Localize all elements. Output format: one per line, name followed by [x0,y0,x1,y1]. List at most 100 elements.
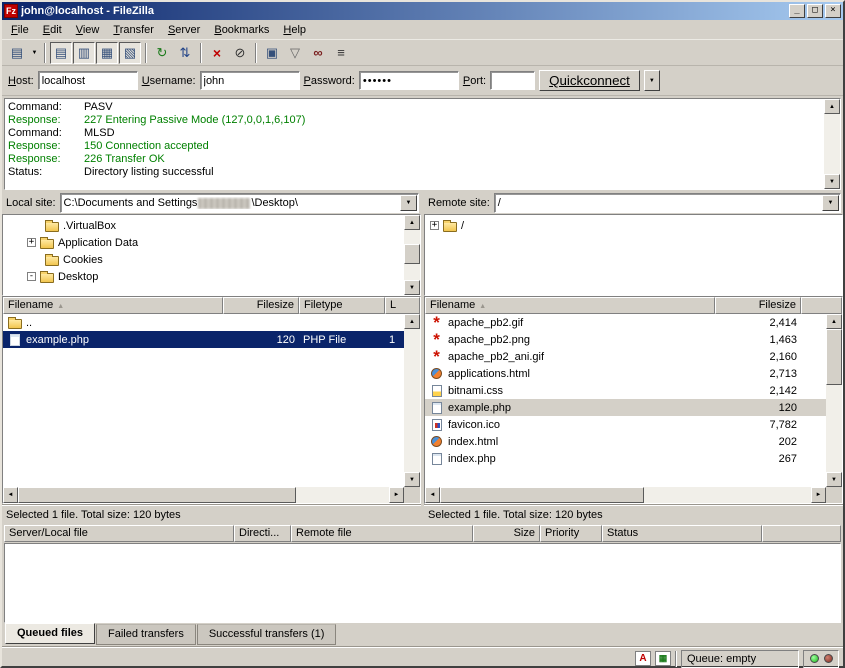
scroll-left-icon[interactable]: ◄ [425,487,440,503]
file-row[interactable]: index.html 202 [425,433,826,450]
menu-edit[interactable]: Edit [36,21,69,39]
column-header-filename[interactable]: Filename▲ [3,297,223,314]
scroll-track[interactable] [824,114,840,174]
tab-successful-transfers[interactable]: Successful transfers (1) [197,624,337,645]
file-row[interactable]: applications.html 2,713 [425,365,826,382]
ascii-transfer-mode-icon[interactable]: A [635,651,651,666]
scroll-track[interactable] [18,487,389,503]
column-header-status[interactable]: Status [602,525,762,542]
scroll-down-icon[interactable]: ▼ [824,174,840,189]
local-site-combo[interactable]: C:\Documents and Settings\Desktop\ ▼ [60,193,419,213]
scroll-down-icon[interactable]: ▼ [404,280,420,295]
column-header-filename[interactable]: Filename▲ [425,297,715,314]
host-input[interactable] [38,71,138,90]
toggle-local-tree-icon[interactable]: ▥ [73,42,95,64]
settings-icon[interactable]: ≡ [330,42,352,64]
file-search-icon[interactable]: ∞ [307,42,329,64]
file-row[interactable]: *apache_pb2_ani.gif 2,160 [425,348,826,365]
scroll-track[interactable] [404,329,420,472]
toggle-remote-tree-icon[interactable]: ▦ [96,42,118,64]
menu-server[interactable]: Server [161,21,207,39]
expander-collapsed-icon[interactable]: + [430,221,439,230]
sort-ascending-icon: ▲ [57,303,64,310]
port-input[interactable] [490,71,535,90]
username-input[interactable] [200,71,300,90]
file-row[interactable]: *apache_pb2.gif 2,414 [425,314,826,331]
scroll-down-icon[interactable]: ▼ [826,472,842,487]
scroll-up-icon[interactable]: ▲ [824,99,840,114]
site-manager-dropdown-icon[interactable]: ▼ [29,42,40,64]
scroll-track[interactable] [826,329,842,472]
username-label: Username: [142,75,196,87]
scroll-up-icon[interactable]: ▲ [404,314,420,329]
log-scrollbar[interactable]: ▲ ▼ [824,99,840,189]
local-list-scrollbar[interactable]: ▲ ▼ [404,314,420,487]
quickconnect-dropdown-icon[interactable]: ▼ [644,70,660,91]
remote-list-scrollbar[interactable]: ▲ ▼ [826,314,842,487]
quickconnect-button[interactable]: Quickconnect [539,70,640,91]
scroll-down-icon[interactable]: ▼ [404,472,420,487]
tree-item-desktop[interactable]: - Desktop [3,268,404,285]
scroll-thumb[interactable] [826,329,842,385]
file-row[interactable]: *apache_pb2.png 1,463 [425,331,826,348]
column-header-remote-file[interactable]: Remote file [291,525,473,542]
toggle-queue-icon[interactable]: ▧ [119,42,141,64]
scroll-thumb[interactable] [404,244,420,264]
column-header-direction[interactable]: Directi... [234,525,291,542]
file-row[interactable]: favicon.ico 7,782 [425,416,826,433]
tree-item-cookies[interactable]: Cookies [3,251,404,268]
scroll-track[interactable] [404,230,420,280]
column-header-server-local-file[interactable]: Server/Local file [4,525,234,542]
column-header-filesize[interactable]: Filesize [715,297,801,314]
process-queue-icon[interactable]: ⇅ [174,42,196,64]
scroll-right-icon[interactable]: ► [811,487,826,503]
maximize-button[interactable]: □ [807,4,823,18]
reconnect-icon[interactable]: ▣ [261,42,283,64]
menu-file[interactable]: File [4,21,36,39]
column-header-filesize[interactable]: Filesize [223,297,299,314]
remote-list-hscrollbar[interactable]: ◄ ► [425,487,826,503]
column-header-lastmodified[interactable]: L [385,297,420,314]
scroll-thumb[interactable] [18,487,296,503]
cancel-operation-icon[interactable]: × [206,42,228,64]
column-header-filetype[interactable]: Filetype [299,297,385,314]
tree-item-virtualbox[interactable]: .VirtualBox [3,217,404,234]
scroll-thumb[interactable] [440,487,644,503]
password-input[interactable] [359,71,459,90]
filter-icon[interactable]: ▽ [284,42,306,64]
menu-transfer[interactable]: Transfer [106,21,161,39]
scroll-right-icon[interactable]: ► [389,487,404,503]
file-row-selected[interactable]: example.php 120 [425,399,826,416]
local-tree-scrollbar[interactable]: ▲ ▼ [404,215,420,295]
column-header-priority[interactable]: Priority [540,525,602,542]
expander-collapsed-icon[interactable]: + [27,238,36,247]
tab-failed-transfers[interactable]: Failed transfers [96,624,196,645]
tree-item-application-data[interactable]: + Application Data [3,234,404,251]
tab-queued-files[interactable]: Queued files [5,623,95,644]
scroll-left-icon[interactable]: ◄ [3,487,18,503]
speed-limit-icon[interactable]: ▦ [655,651,671,666]
scroll-up-icon[interactable]: ▲ [404,215,420,230]
menu-bookmarks[interactable]: Bookmarks [207,21,276,39]
minimize-button[interactable]: _ [789,4,805,18]
toggle-message-log-icon[interactable]: ▤ [50,42,72,64]
disconnect-icon[interactable]: ⊘ [229,42,251,64]
expander-expanded-icon[interactable]: - [27,272,36,281]
menu-view[interactable]: View [69,21,107,39]
refresh-icon[interactable]: ↻ [151,42,173,64]
scroll-up-icon[interactable]: ▲ [826,314,842,329]
column-header-size[interactable]: Size [473,525,540,542]
close-button[interactable]: × [825,4,841,18]
remote-site-dropdown-icon[interactable]: ▼ [822,195,839,211]
file-row[interactable]: bitnami.css 2,142 [425,382,826,399]
remote-site-combo[interactable]: / ▼ [494,193,841,213]
file-row-example-php[interactable]: example.php 120 PHP File 1 [3,331,404,348]
file-row-parent[interactable]: .. [3,314,404,331]
scroll-track[interactable] [440,487,811,503]
site-manager-icon[interactable]: ▤ [6,42,28,64]
local-list-hscrollbar[interactable]: ◄ ► [3,487,404,503]
local-site-dropdown-icon[interactable]: ▼ [400,195,417,211]
menu-help[interactable]: Help [276,21,313,39]
tree-item-root[interactable]: + / [425,217,842,234]
file-row[interactable]: index.php 267 [425,450,826,467]
